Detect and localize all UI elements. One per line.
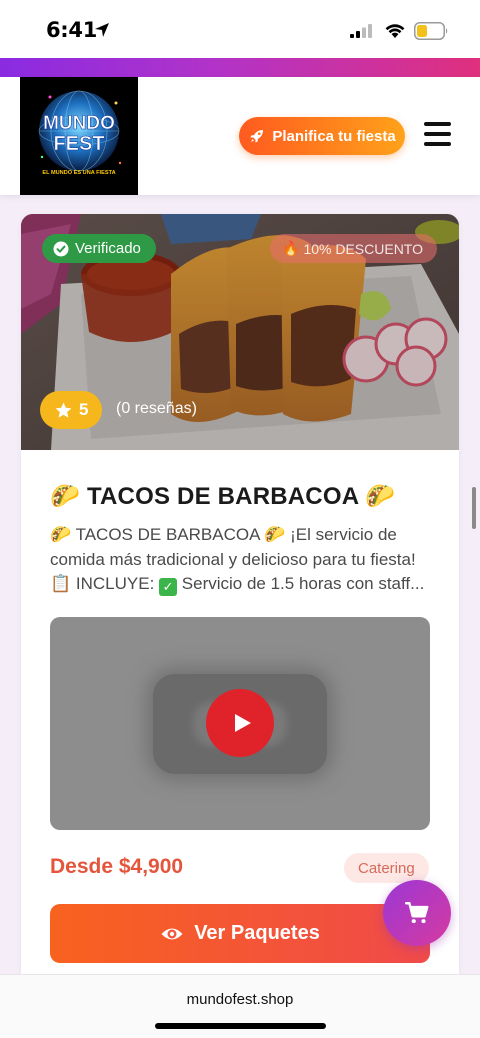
rating-value: 5 xyxy=(79,400,89,419)
plan-party-label: Planifica tu fiesta xyxy=(272,127,396,145)
discount-badge: 🔥 10% DESCUENTO xyxy=(270,234,437,263)
category-tag[interactable]: Catering xyxy=(344,853,429,883)
hamburger-menu-icon[interactable] xyxy=(424,122,451,146)
status-bar: 6:41 xyxy=(0,0,480,58)
wifi-icon xyxy=(385,24,405,38)
service-photo[interactable]: Verificado 🔥 10% DESCUENTO 5 (0 reseñas) xyxy=(21,214,459,450)
video-player[interactable] xyxy=(50,617,430,830)
logo-tagline: EL MUNDO ES UNA FIESTA xyxy=(42,170,115,176)
fire-icon: 🔥 xyxy=(282,240,300,256)
cellular-signal-icon xyxy=(350,24,372,38)
play-triangle-icon xyxy=(235,714,251,732)
battery-icon xyxy=(414,22,448,40)
view-packages-button[interactable]: Ver Paquetes xyxy=(50,904,430,963)
clock: 6:41 xyxy=(46,18,98,42)
home-indicator[interactable] xyxy=(155,1023,326,1029)
service-card: Verificado 🔥 10% DESCUENTO 5 (0 reseñas)… xyxy=(21,214,459,1004)
logo-word-fest: FEST xyxy=(53,133,104,155)
view-packages-label: Ver Paquetes xyxy=(194,922,320,944)
site-header: MUNDO FEST EL MUNDO ES UNA FIESTA Planif… xyxy=(0,77,480,195)
youtube-play-icon[interactable] xyxy=(206,689,274,757)
category-label: Catering xyxy=(358,859,415,877)
includes-text: Servicio de 1.5 horas con staff... xyxy=(181,574,425,593)
location-arrow-icon xyxy=(95,23,109,37)
rating-badge: 5 xyxy=(40,391,103,429)
rocket-icon xyxy=(250,130,264,143)
logo-word-mundo: MUNDO xyxy=(43,113,115,134)
service-title[interactable]: 🌮 TACOS DE BARBACOA 🌮 xyxy=(50,482,395,511)
check-circle-icon xyxy=(53,241,69,256)
plan-party-button[interactable]: Planifica tu fiesta xyxy=(239,117,405,155)
mundofest-logo[interactable]: MUNDO FEST EL MUNDO ES UNA FIESTA xyxy=(20,77,138,195)
eye-icon xyxy=(161,928,183,939)
cart-button[interactable] xyxy=(383,880,451,946)
verified-label: Verificado xyxy=(75,240,141,257)
description-line: comida más tradicional y delicioso para … xyxy=(50,549,416,569)
reviews-count[interactable]: (0 reseñas) xyxy=(116,400,197,418)
shopping-cart-icon xyxy=(404,902,429,924)
service-description: 🌮 TACOS DE BARBACOA 🌮 ¡El servicio de co… xyxy=(50,523,430,597)
description-line: 🌮 TACOS DE BARBACOA 🌮 ¡El servicio de xyxy=(50,525,397,544)
page-scrollbar[interactable] xyxy=(472,487,476,529)
verified-badge: Verificado xyxy=(42,234,156,263)
discount-label: 10% DESCUENTO xyxy=(303,240,423,257)
description-line: 📋 INCLUYE: ✓ Servicio de 1.5 horas con s… xyxy=(50,572,430,597)
price-label: Desde $4,900 xyxy=(50,855,184,878)
logo-graphic: MUNDO FEST EL MUNDO ES UNA FIESTA xyxy=(38,90,122,176)
url-text[interactable]: mundofest.shop xyxy=(0,991,480,1008)
green-check-icon: ✓ xyxy=(159,578,178,596)
brand-stripe xyxy=(0,58,480,77)
browser-address-bar[interactable]: mundofest.shop xyxy=(0,974,480,1038)
star-icon xyxy=(55,402,72,418)
includes-label: 📋 INCLUYE: xyxy=(50,574,155,593)
